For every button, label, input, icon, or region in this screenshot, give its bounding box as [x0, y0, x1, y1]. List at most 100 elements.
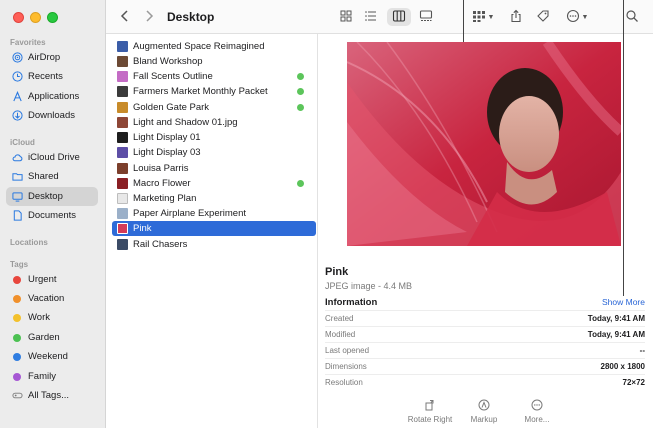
info-value: 2800 x 1800: [600, 362, 646, 371]
list-view-button[interactable]: [362, 8, 380, 26]
file-row[interactable]: Augmented Space Reimagined: [112, 39, 316, 54]
download-icon: [11, 110, 23, 122]
file-row[interactable]: Macro Flower: [112, 176, 316, 191]
preview-image: [347, 42, 621, 246]
preview-file-name: Pink: [325, 266, 349, 278]
tag-color-dot: [13, 275, 21, 284]
file-thumbnail-icon: [117, 163, 128, 174]
sidebar-item-applications[interactable]: Applications: [6, 87, 98, 106]
action-menu-button[interactable]: ▼: [563, 8, 591, 26]
file-row[interactable]: Light and Shadow 01.jpg: [112, 115, 316, 130]
sidebar-item-shared[interactable]: Shared: [6, 167, 98, 186]
search-button[interactable]: [623, 8, 641, 26]
file-row[interactable]: Fall Scents Outline: [112, 69, 316, 84]
more-icon: [531, 399, 543, 411]
gallery-view-button[interactable]: [417, 8, 435, 26]
file-thumbnail-icon: [117, 41, 128, 52]
file-name: Fall Scents Outline: [133, 71, 213, 82]
sidebar-item-recents[interactable]: Recents: [6, 67, 98, 86]
file-row[interactable]: Louisa Parris: [112, 161, 316, 176]
info-value: Today, 9:41 AM: [587, 330, 645, 339]
file-row[interactable]: Golden Gate Park: [112, 100, 316, 115]
chevron-left-icon: [118, 9, 132, 26]
sidebar-item-documents[interactable]: Documents: [6, 206, 98, 225]
file-thumbnail-icon: [117, 71, 128, 82]
share-button[interactable]: [507, 8, 525, 26]
file-thumbnail-icon: [117, 208, 128, 219]
grid-icon: [339, 9, 353, 26]
file-row[interactable]: Rail Chasers: [112, 237, 316, 252]
info-row-dimensions: Dimensions 2800 x 1800: [325, 358, 645, 374]
sidebar-item-icloud-drive[interactable]: iCloud Drive: [6, 148, 98, 167]
sidebar-tag-garden[interactable]: Garden: [6, 328, 98, 347]
file-column: Augmented Space Reimagined Bland Worksho…: [106, 34, 318, 428]
icon-view-button[interactable]: [337, 8, 355, 26]
applications-icon: [11, 91, 23, 103]
file-row-selected[interactable]: Pink: [112, 221, 316, 236]
chevron-right-icon: [142, 9, 156, 26]
file-row[interactable]: Marketing Plan: [112, 191, 316, 206]
info-row-resolution: Resolution 72×72: [325, 374, 645, 390]
sidebar-item-downloads[interactable]: Downloads: [6, 106, 98, 125]
file-row[interactable]: Farmers Market Monthly Packet: [112, 84, 316, 99]
green-tag-dot: [297, 104, 304, 111]
markup-button[interactable]: Markup: [454, 399, 514, 424]
info-key: Modified: [325, 330, 356, 339]
zoom-window-button[interactable]: [47, 12, 58, 23]
file-row[interactable]: Light Display 01: [112, 130, 316, 145]
sidebar-item-label: Family: [28, 371, 56, 382]
green-tag-dot: [297, 73, 304, 80]
file-row[interactable]: Paper Airplane Experiment: [112, 206, 316, 221]
preview-pane: Pink JPEG image - 4.4 MB Information Sho…: [318, 34, 653, 428]
preview-file-kind-size: JPEG image - 4.4 MB: [325, 281, 413, 291]
sidebar-item-label: Work: [28, 312, 50, 323]
chevron-down-icon: ▼: [487, 13, 495, 21]
list-icon: [364, 9, 378, 26]
minimize-window-button[interactable]: [30, 12, 41, 23]
sidebar-tag-weekend[interactable]: Weekend: [6, 347, 98, 366]
tag-color-dot: [13, 333, 21, 342]
sidebar-tag-family[interactable]: Family: [6, 367, 98, 386]
green-tag-dot: [297, 180, 304, 187]
file-name: Golden Gate Park: [133, 102, 210, 113]
info-value: --: [639, 346, 645, 355]
sidebar-item-desktop[interactable]: Desktop: [6, 187, 98, 206]
sidebar-tag-all-tags[interactable]: All Tags...: [6, 386, 98, 405]
tag-color-dot: [13, 294, 21, 303]
rotate-right-button[interactable]: Rotate Right: [400, 399, 460, 424]
file-thumbnail-icon: [117, 56, 128, 67]
file-name: Light Display 01: [133, 132, 201, 143]
info-value: Today, 9:41 AM: [587, 314, 645, 323]
file-name: Rail Chasers: [133, 239, 188, 250]
info-key: Last opened: [325, 346, 370, 355]
group-grid-icon: [472, 9, 486, 26]
forward-button[interactable]: [141, 8, 157, 26]
sidebar-item-label: Urgent: [28, 274, 57, 285]
action-label: More...: [524, 415, 550, 424]
group-by-button[interactable]: ▼: [470, 8, 496, 26]
chevron-down-icon: ▼: [581, 13, 589, 21]
sidebar-item-label: Weekend: [28, 351, 68, 362]
sidebar-tag-work[interactable]: Work: [6, 308, 98, 327]
sidebar-item-label: Documents: [28, 210, 77, 221]
show-more-link[interactable]: Show More: [602, 297, 645, 307]
file-row[interactable]: Light Display 03: [112, 145, 316, 160]
more-actions-button[interactable]: More...: [507, 399, 567, 424]
search-icon: [625, 9, 639, 26]
column-view-button[interactable]: [387, 8, 411, 26]
sidebar-item-label: Desktop: [28, 191, 63, 202]
close-window-button[interactable]: [13, 12, 24, 23]
sidebar-tag-urgent[interactable]: Urgent: [6, 270, 98, 289]
sidebar-item-label: iCloud Drive: [28, 152, 80, 163]
sidebar-tag-vacation[interactable]: Vacation: [6, 289, 98, 308]
sidebar-item-label: Garden: [28, 332, 60, 343]
tag-color-dot: [13, 313, 21, 322]
tag-button[interactable]: [534, 8, 552, 26]
all-tags-icon: [11, 390, 23, 402]
back-button[interactable]: [117, 8, 133, 26]
sidebar-item-airdrop[interactable]: AirDrop: [6, 48, 98, 67]
document-icon: [11, 210, 23, 222]
green-tag-dot: [297, 88, 304, 95]
file-row[interactable]: Bland Workshop: [112, 54, 316, 69]
markup-icon: [478, 399, 490, 411]
